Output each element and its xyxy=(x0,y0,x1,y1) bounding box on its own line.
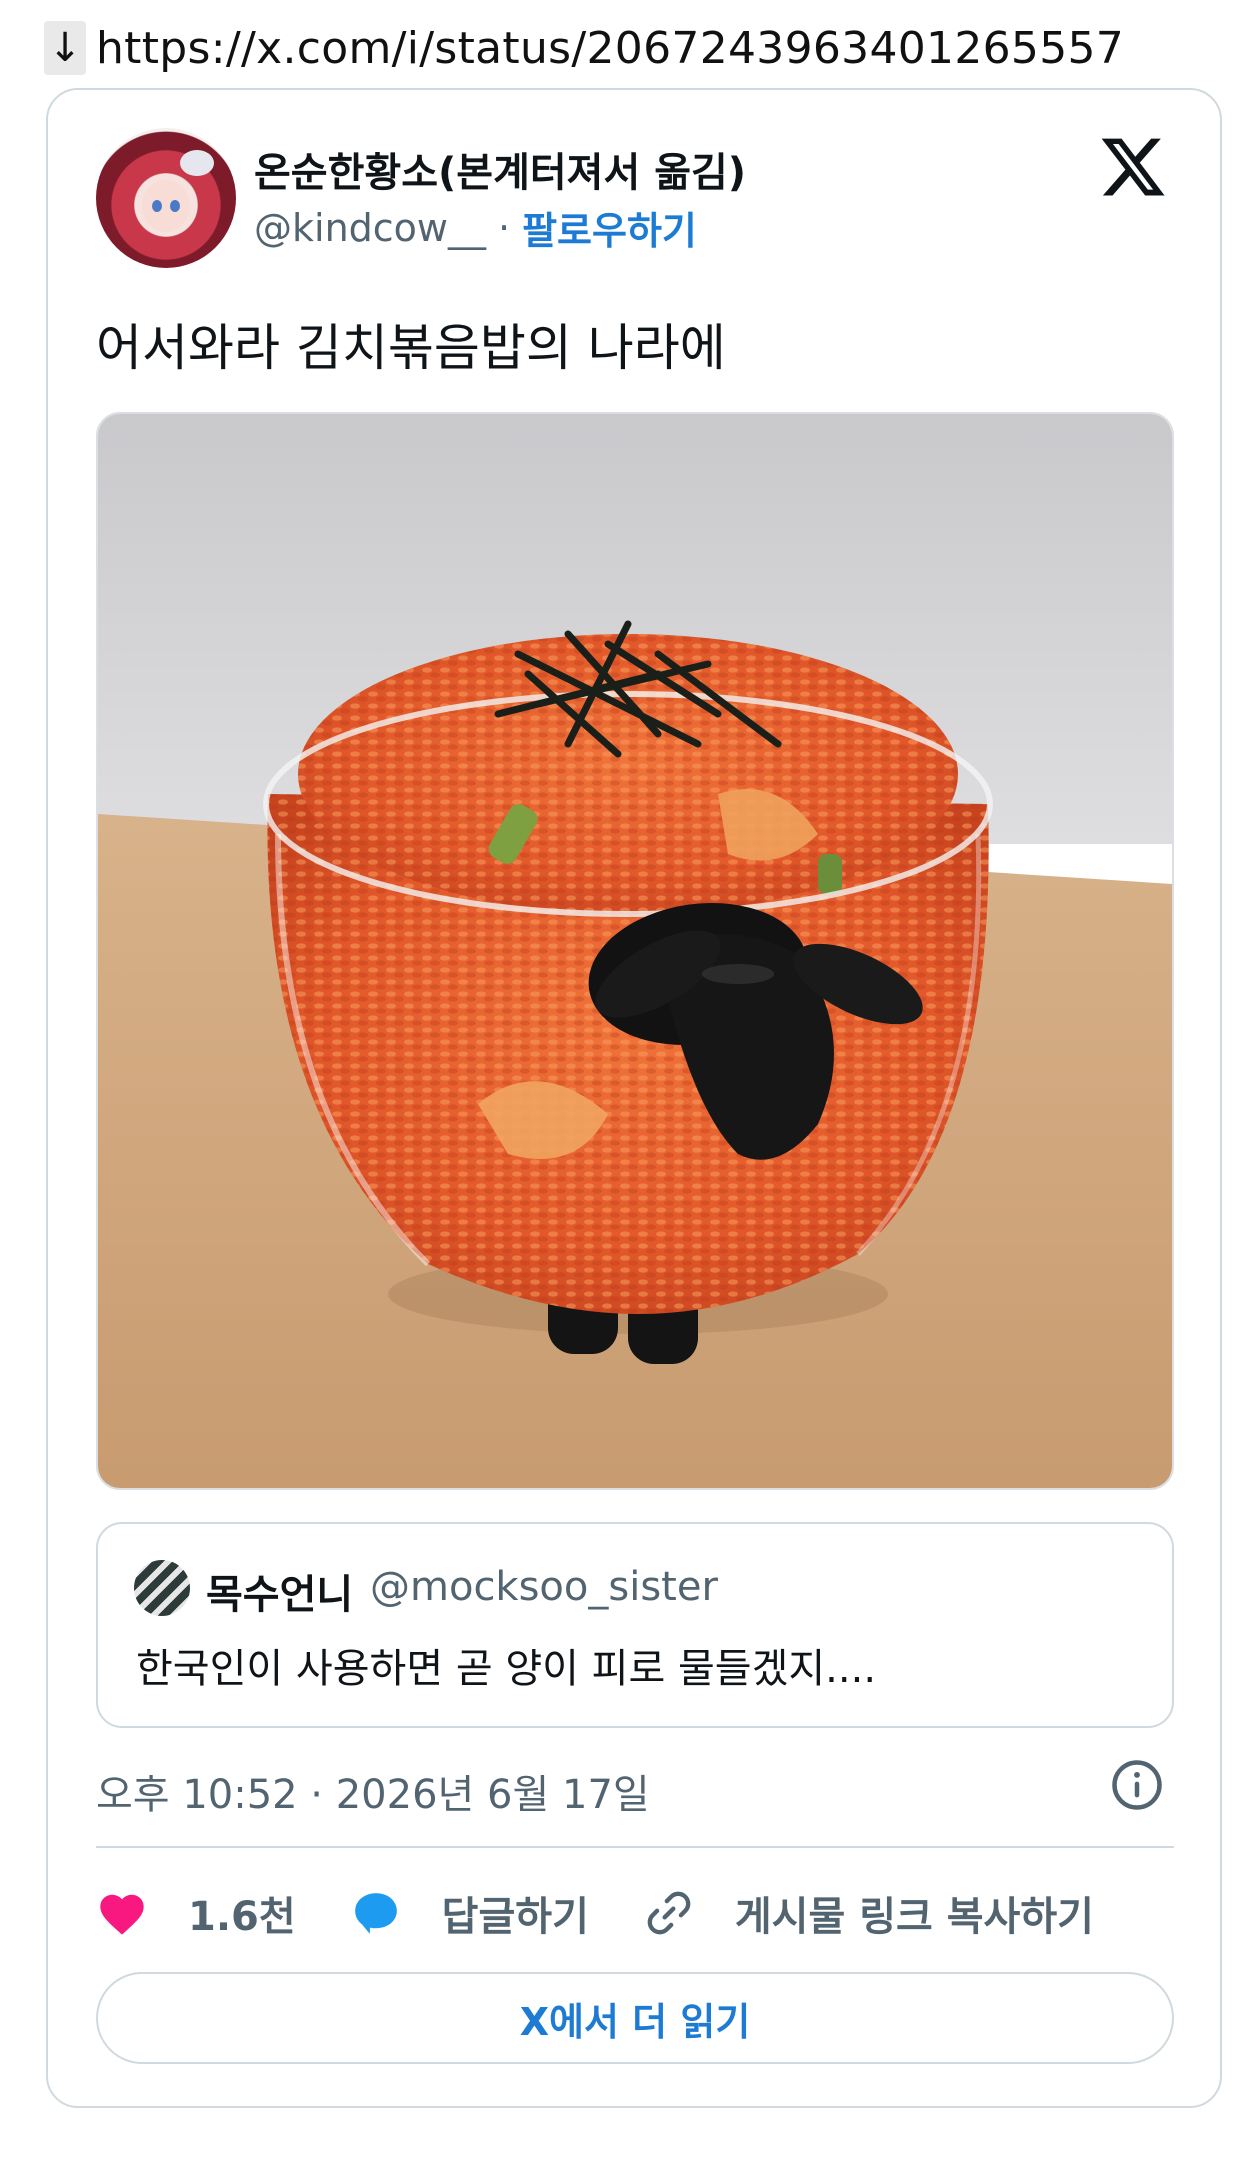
author-name[interactable]: 온순한황소(본계터져서 옮김) xyxy=(254,140,746,198)
embedded-tweet-card: 온순한황소(본계터져서 옮김) @kindcow__ · 팔로우하기 어서와라 … xyxy=(46,88,1222,2108)
separator-dot: · xyxy=(498,205,511,250)
quoted-author-name[interactable]: 목수언니 xyxy=(206,1562,353,1620)
reply-button[interactable]: 답글하기 xyxy=(350,1884,589,1942)
address-bar[interactable]: ↓ https://x.com/i/status/206724396340126… xyxy=(44,18,1124,78)
action-bar: 1.6천 답글하기 게시물 링크 복사하기 xyxy=(96,1878,1174,1948)
avatar-face xyxy=(142,180,190,232)
copy-link-label: 게시물 링크 복사하기 xyxy=(734,1894,1094,1940)
reply-label: 답글하기 xyxy=(441,1894,589,1940)
like-count: 1.6천 xyxy=(188,1894,296,1940)
quoted-tweet[interactable]: 목수언니 @mocksoo_sister 한국인이 사용하면 곧 양이 피로 물… xyxy=(96,1522,1174,1728)
tweet-text: 어서와라 김치볶음밥의 나라에 xyxy=(96,319,726,377)
read-more-on-x-button[interactable]: X에서 더 읽기 xyxy=(96,1972,1174,2064)
url-text[interactable]: https://x.com/i/status/20672439634012655… xyxy=(96,23,1124,74)
author-handle[interactable]: @kindcow__ xyxy=(254,206,486,250)
like-button[interactable]: 1.6천 xyxy=(96,1884,296,1942)
x-logo-icon[interactable] xyxy=(1098,132,1168,202)
quoted-tweet-text: 한국인이 사용하면 곧 양이 피로 물들겠지.... xyxy=(136,1646,877,1692)
avatar-eye xyxy=(152,200,162,212)
avatar-eye xyxy=(170,200,180,212)
avatar-bow xyxy=(180,150,214,176)
divider xyxy=(96,1846,1174,1848)
download-arrow-icon[interactable]: ↓ xyxy=(44,21,86,75)
author-handle-row: @kindcow__ · 팔로우하기 xyxy=(254,200,697,255)
follow-button[interactable]: 팔로우하기 xyxy=(522,200,697,255)
link-icon xyxy=(647,1891,691,1935)
reply-bubble-icon xyxy=(354,1893,397,1934)
heart-icon xyxy=(100,1894,144,1935)
tweet-timestamp[interactable]: 오후 10:52 · 2026년 6월 17일 xyxy=(96,1762,650,1820)
copy-link-button[interactable]: 게시물 링크 복사하기 xyxy=(643,1884,1094,1942)
quoted-author-handle[interactable]: @mocksoo_sister xyxy=(370,1564,718,1610)
kimchi-fried-rice-sheep-bowl-image xyxy=(98,414,1172,1488)
info-icon[interactable] xyxy=(1110,1758,1164,1812)
quoted-author-avatar[interactable] xyxy=(134,1560,190,1616)
tweet-photo[interactable] xyxy=(96,412,1174,1490)
author-avatar[interactable] xyxy=(96,128,236,268)
